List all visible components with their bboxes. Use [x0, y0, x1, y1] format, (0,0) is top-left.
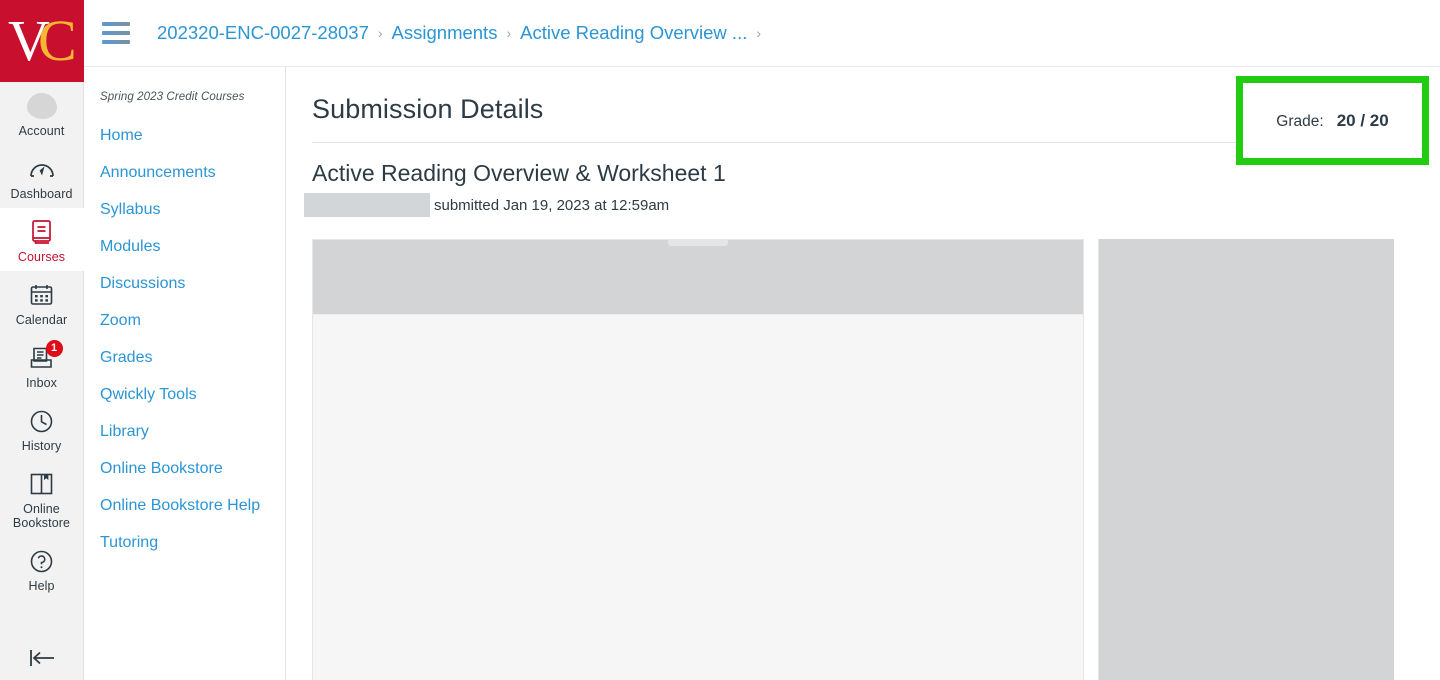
gnav-item-account[interactable]: Account [0, 82, 84, 145]
grade-display: Grade: 20 / 20 [1276, 111, 1388, 131]
course-term-label: Spring 2023 Credit Courses [100, 91, 245, 103]
breadcrumb: 202320-ENC-0027-28037 › Assignments › Ac… [157, 22, 770, 44]
gnav-item-help[interactable]: Help [0, 537, 84, 600]
title-divider [312, 142, 1392, 143]
hamburger-menu-icon[interactable] [102, 20, 132, 46]
course-nav-item-online-bookstore[interactable]: Online Bookstore [84, 450, 285, 487]
gnav-item-history[interactable]: History [0, 397, 84, 460]
gnav-item-calendar[interactable]: Calendar [0, 271, 84, 334]
submission-meta: submitted Jan 19, 2023 at 12:59am [304, 193, 1392, 217]
breadcrumb-bar: 202320-ENC-0027-28037 › Assignments › Ac… [84, 0, 1440, 67]
course-navigation: Spring 2023 Credit Courses Home Announce… [84, 67, 286, 680]
submission-preview [312, 239, 1440, 680]
arrow-left-bar-icon [25, 647, 59, 674]
gnav-label-calendar: Calendar [15, 313, 68, 327]
grade-label: Grade: [1276, 112, 1324, 130]
gnav-label-account: Account [18, 124, 65, 138]
dashboard-icon [27, 154, 57, 184]
gnav-label-online-bookstore: Online Bookstore [12, 502, 71, 530]
canvas-submission-details-page: V C Account Dashboard Courses Calendar 1… [0, 0, 1440, 680]
redacted-student-name [304, 193, 430, 217]
course-nav-item-qwickly-tools[interactable]: Qwickly Tools [84, 376, 285, 413]
course-nav-item-grades[interactable]: Grades [84, 339, 285, 376]
preview-gutter [1084, 239, 1098, 680]
avatar-icon [26, 91, 57, 121]
gnav-label-inbox: Inbox [25, 376, 58, 390]
gnav-item-inbox[interactable]: 1 Inbox [0, 334, 84, 397]
courses-book-icon [27, 217, 57, 247]
gnav-item-online-bookstore[interactable]: Online Bookstore [0, 460, 84, 537]
course-nav-item-tutoring[interactable]: Tutoring [84, 524, 285, 561]
breadcrumb-separator-icon: › [377, 25, 383, 41]
submission-side-panel[interactable] [1098, 239, 1394, 680]
document-preview[interactable] [312, 239, 1084, 680]
breadcrumb-course[interactable]: 202320-ENC-0027-28037 [157, 22, 369, 44]
gnav-item-courses[interactable]: Courses [0, 208, 84, 271]
book-open-icon [27, 469, 57, 499]
gnav-label-dashboard: Dashboard [10, 187, 73, 201]
calendar-icon [27, 280, 57, 310]
breadcrumb-assignments[interactable]: Assignments [392, 22, 498, 44]
collapse-nav-button[interactable] [0, 647, 84, 674]
question-circle-icon [27, 546, 57, 576]
course-nav-item-home[interactable]: Home [84, 117, 285, 154]
course-nav-item-zoom[interactable]: Zoom [84, 302, 285, 339]
gnav-label-history: History [21, 439, 62, 453]
gnav-item-dashboard[interactable]: Dashboard [0, 145, 84, 208]
grade-highlight-box: Grade: 20 / 20 [1236, 76, 1429, 165]
course-nav-item-modules[interactable]: Modules [84, 228, 285, 265]
toolbar-notch-icon [668, 240, 728, 246]
inbox-icon: 1 [27, 340, 63, 373]
breadcrumb-separator-icon: › [506, 25, 512, 41]
course-nav-item-announcements[interactable]: Announcements [84, 154, 285, 191]
course-nav-item-syllabus[interactable]: Syllabus [84, 191, 285, 228]
course-nav-item-library[interactable]: Library [84, 413, 285, 450]
global-navigation: V C Account Dashboard Courses Calendar 1… [0, 0, 84, 680]
breadcrumb-assignment[interactable]: Active Reading Overview ... [520, 22, 747, 44]
svg-text:C: C [38, 10, 77, 72]
clock-icon [27, 406, 57, 436]
breadcrumb-separator-icon: › [756, 25, 762, 41]
course-nav-item-online-bookstore-help[interactable]: Online Bookstore Help [84, 487, 285, 524]
document-page [313, 315, 1083, 680]
assignment-title: Active Reading Overview & Worksheet 1 [312, 160, 726, 186]
page-title: Submission Details [312, 94, 544, 124]
gnav-label-courses: Courses [17, 250, 66, 264]
submitted-timestamp: submitted Jan 19, 2023 at 12:59am [434, 196, 670, 214]
inbox-unread-badge: 1 [45, 340, 63, 357]
grade-value: 20 / 20 [1336, 110, 1389, 130]
course-nav-item-discussions[interactable]: Discussions [84, 265, 285, 302]
vc-logo[interactable]: V C [0, 0, 84, 82]
document-preview-toolbar[interactable] [313, 240, 1083, 315]
gnav-label-help: Help [28, 579, 55, 593]
